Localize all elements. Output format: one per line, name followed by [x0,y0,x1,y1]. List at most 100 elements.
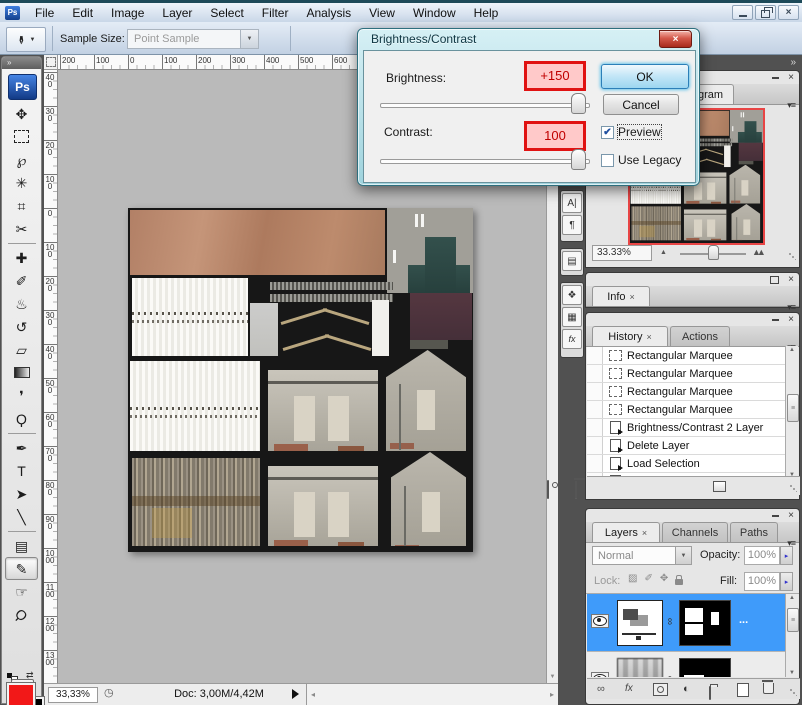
swatches-panel-button[interactable]: ▦ [562,307,582,327]
new-snapshot-icon[interactable] [547,480,549,499]
pen-tool[interactable]: ✒ [2,436,41,459]
history-source-checkbox[interactable] [587,383,603,400]
layer-row[interactable]: ∞ [587,651,787,677]
history-source-checkbox[interactable] [587,455,603,472]
quick-selection-tool[interactable]: ✳ [2,171,41,194]
panel-close-icon[interactable]: × [788,71,794,84]
vertical-ruler[interactable]: 4003002001000100200300400500600700800900… [44,70,58,683]
app-icon[interactable]: Ps [5,6,20,20]
menu-filter[interactable]: Filter [253,4,298,22]
history-scrollbar[interactable]: ▲ ≡ ▼ [785,346,798,479]
rectangular-marquee-tool[interactable] [2,125,41,148]
lasso-tool[interactable]: ℘ [2,148,41,171]
tab-history[interactable]: History × [592,326,668,346]
layer-style-fx-icon[interactable]: fx [625,683,633,694]
status-menu-arrow-icon[interactable] [292,689,299,699]
type-tool[interactable]: T [2,459,41,482]
layer-visibility-toggle[interactable] [591,614,609,628]
scroll-down-icon[interactable]: ▼ [786,670,798,676]
history-state-row[interactable]: Rectangular Marquee [587,383,787,401]
brightness-slider[interactable] [380,103,590,108]
history-state-row[interactable]: Load Selection [587,455,787,473]
tab-paths[interactable]: Paths [730,522,778,542]
line-tool[interactable]: ╲ [2,505,41,528]
menu-window[interactable]: Window [404,4,465,22]
toolbar-collapse-header[interactable]: » [2,57,41,69]
panel-resize-grip[interactable] [789,484,797,492]
dodge-tool[interactable]: Ϙ [2,407,41,430]
dock-collapse-icon[interactable]: » [790,57,794,68]
history-state-row[interactable]: Rectangular Marquee [587,347,787,365]
history-source-checkbox[interactable] [587,401,603,418]
layer-mask-thumbnail[interactable] [679,658,731,677]
lock-paint-icon[interactable]: ✐ [644,573,652,585]
contrast-slider[interactable] [380,159,590,164]
ruler-origin[interactable] [44,55,58,70]
close-button[interactable]: × [778,5,799,20]
fill-field[interactable]: 100% [744,572,780,591]
slice-tool[interactable]: ✂ [2,217,41,240]
path-selection-tool[interactable]: ➤ [2,482,41,505]
panel-close-icon[interactable]: × [788,313,794,326]
blur-tool[interactable]: ❜ [2,384,41,407]
menu-view[interactable]: View [360,4,404,22]
navigator-zoom-field[interactable]: 33.33% [592,245,652,261]
tab-actions[interactable]: Actions [670,326,730,346]
tab-close-icon[interactable]: × [642,528,647,538]
healing-brush-tool[interactable]: ✚ [2,246,41,269]
texture-atlas-canvas[interactable] [128,208,473,552]
tab-close-icon[interactable]: × [646,332,651,342]
tab-layers[interactable]: Layers × [592,522,660,542]
menu-image[interactable]: Image [102,4,153,22]
layer-row-selected[interactable]: ∞ ... [587,594,787,651]
lock-all-icon[interactable] [675,579,683,585]
blend-mode-select[interactable]: Normal ▼ [592,546,692,565]
history-source-checkbox[interactable] [587,365,603,382]
new-group-icon[interactable] [709,686,711,700]
menu-select[interactable]: Select [201,4,252,22]
panel-resize-grip[interactable] [789,688,797,696]
new-layer-icon[interactable] [737,683,749,697]
menu-help[interactable]: Help [465,4,508,22]
contrast-value-field[interactable]: 100 [524,121,586,151]
menu-file[interactable]: File [26,4,63,22]
panel-close-icon[interactable]: × [788,509,794,522]
history-source-checkbox[interactable] [587,437,603,454]
layer-mask-thumbnail[interactable] [679,600,731,646]
brightness-value-field[interactable]: +150 [524,61,586,91]
adjustment-layer-thumbnail[interactable] [617,600,663,646]
scroll-up-icon[interactable]: ▲ [786,595,798,601]
panel-close-icon[interactable]: × [788,273,794,286]
preview-label[interactable]: Preview [618,125,661,139]
hand-tool[interactable]: ☞ [2,580,41,603]
restore-button[interactable] [755,5,776,20]
ok-button[interactable]: OK [601,64,689,89]
add-layer-mask-icon[interactable] [653,683,668,696]
scrollbar-thumb[interactable]: ≡ [787,608,799,632]
history-state-row[interactable]: Brightness/Contrast 2 Layer [587,419,787,437]
brush-tool[interactable]: ✐ [2,269,41,292]
panel-minimize-icon[interactable] [772,515,779,517]
layer-visibility-toggle[interactable] [591,672,609,677]
opacity-spinner-icon[interactable]: ▸ [780,546,793,565]
mask-link-icon[interactable]: ∞ [664,618,675,625]
menu-analysis[interactable]: Analysis [297,4,360,22]
history-state-row[interactable]: Rectangular Marquee [587,365,787,383]
menu-layer[interactable]: Layer [153,4,201,22]
link-layers-icon[interactable]: ∞ [597,683,604,695]
zoom-in-icon[interactable]: ▲▲ [752,247,762,257]
color-panel-button[interactable]: ❖ [562,285,582,305]
scroll-up-icon[interactable]: ▲ [786,347,798,353]
contrast-slider-thumb[interactable] [571,149,586,170]
dropdown-arrow-icon[interactable]: ▼ [240,30,258,48]
move-tool[interactable]: ✥ [2,102,41,125]
cancel-button[interactable]: Cancel [603,94,679,115]
delete-state-icon[interactable] [575,481,577,499]
delete-layer-icon[interactable] [763,683,774,694]
opacity-field[interactable]: 100% [744,546,780,565]
styles-panel-button[interactable]: fx [562,329,582,349]
foreground-color-swatch[interactable] [7,683,35,705]
scroll-left-icon[interactable]: ◂ [311,690,315,699]
tab-close-icon[interactable]: × [630,292,635,302]
tab-info[interactable]: Info × [592,286,650,306]
